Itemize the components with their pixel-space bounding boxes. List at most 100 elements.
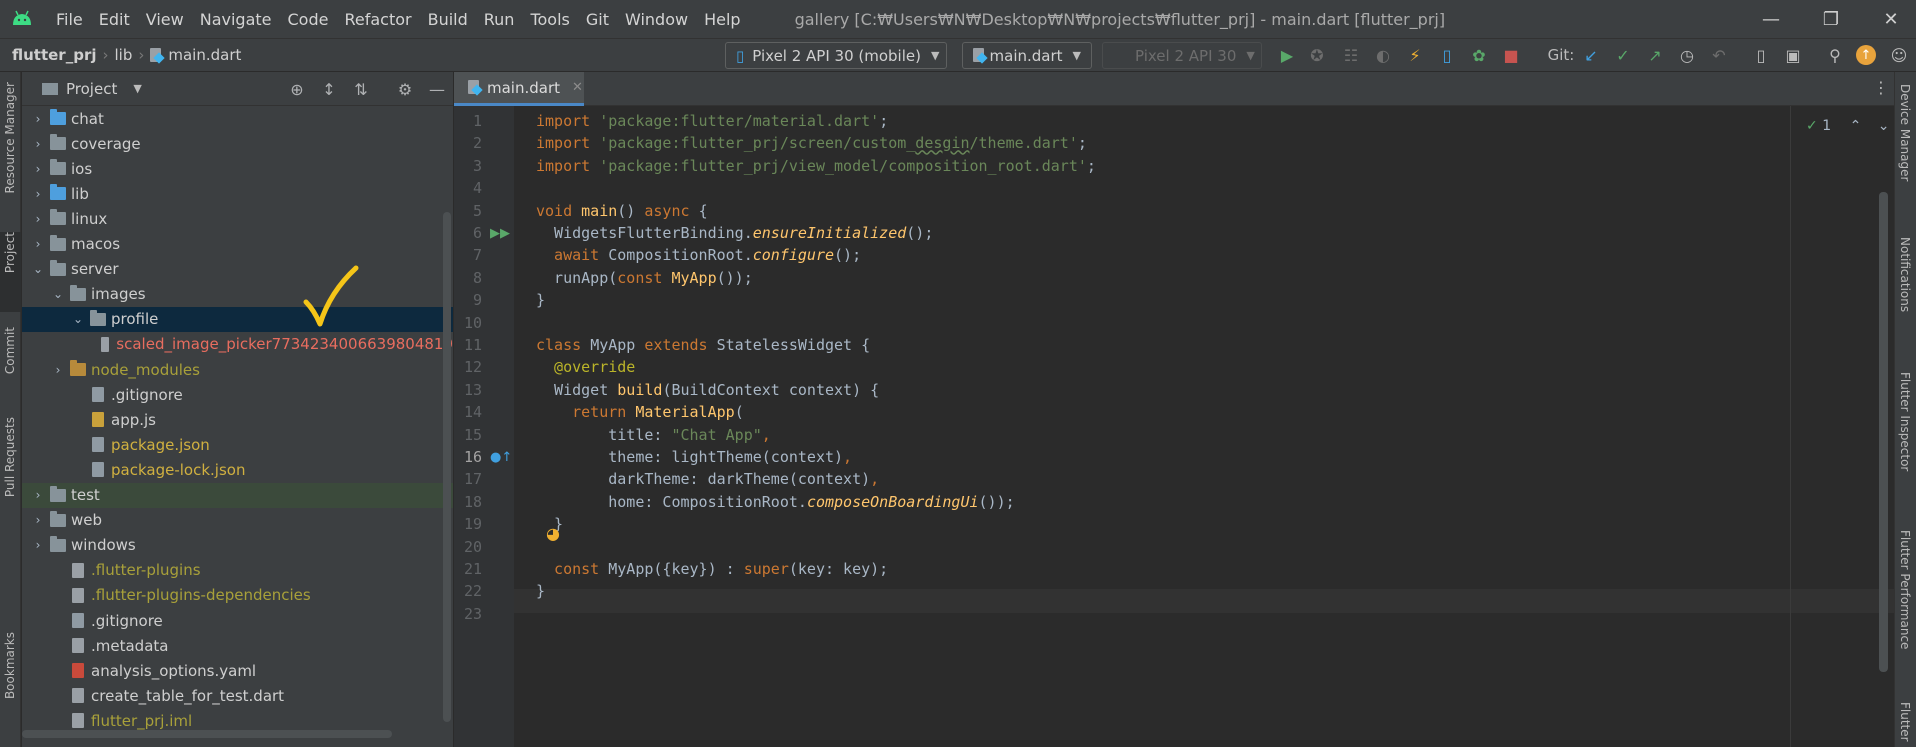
device-selector[interactable]: ▯ Pixel 2 API 30 (mobile) ▼	[725, 42, 947, 69]
menu-run[interactable]: Run	[484, 10, 515, 29]
editor-scrollbar[interactable]	[1879, 192, 1888, 672]
git-push-icon[interactable]: ↗	[1644, 44, 1666, 66]
tab-notifications[interactable]: Notifications	[1898, 237, 1912, 312]
search-icon[interactable]: ⚲	[1824, 44, 1846, 66]
chevron-down-icon[interactable]: ⌄	[50, 287, 66, 301]
restore-icon[interactable]: ❐	[1806, 0, 1856, 38]
project-panel-title[interactable]: Project	[66, 80, 117, 98]
chevron-right-icon[interactable]: ›	[30, 112, 46, 126]
tree-item[interactable]: package-lock.json	[22, 457, 453, 482]
tree-item[interactable]: .flutter-plugins-dependencies	[22, 583, 453, 608]
git-history-icon[interactable]: ◷	[1676, 44, 1698, 66]
sdk-manager-icon[interactable]: ▣	[1782, 44, 1804, 66]
tab-pull-requests[interactable]: Pull Requests	[0, 417, 21, 527]
locate-icon[interactable]: ⊕	[286, 78, 308, 100]
tree-item[interactable]: › macos	[22, 232, 453, 257]
git-update-icon[interactable]: ↙	[1580, 44, 1602, 66]
hot-reload-icon[interactable]: ⚡	[1404, 44, 1426, 66]
tree-item[interactable]: ⌄ server	[22, 257, 453, 282]
vertical-scrollbar[interactable]	[443, 212, 451, 722]
tab-commit[interactable]: Commit	[0, 327, 21, 407]
chevron-right-icon[interactable]: ›	[30, 488, 46, 502]
chevron-right-icon[interactable]: ›	[30, 162, 46, 176]
tab-project[interactable]: Project	[0, 232, 21, 312]
tree-item[interactable]: ⌄ profile	[22, 306, 453, 332]
tab-bookmarks[interactable]: Bookmarks	[0, 632, 21, 732]
tree-item[interactable]: scaled_image_picker7734234006639804819	[22, 332, 453, 357]
tree-item[interactable]: create_table_for_test.dart	[22, 683, 453, 708]
override-marker-icon[interactable]: ●↑	[490, 450, 512, 465]
run-icon[interactable]: ▶	[1276, 44, 1298, 66]
lightbulb-icon[interactable]: ◕	[546, 524, 560, 543]
inspection-widget[interactable]: ✓ 1 ⌃ ⌄	[1806, 118, 1889, 134]
chevron-down-icon[interactable]: ⌄	[70, 312, 86, 326]
tree-item[interactable]: app.js	[22, 407, 453, 432]
hide-panel-icon[interactable]: —	[426, 78, 448, 100]
close-icon[interactable]: ✕	[1866, 0, 1916, 38]
run-main-icon[interactable]: ▶▶	[490, 226, 510, 241]
tree-item[interactable]: .metadata	[22, 633, 453, 658]
tree-item[interactable]: › ios	[22, 156, 453, 181]
menu-tools[interactable]: Tools	[530, 10, 569, 29]
tree-item[interactable]: › web	[22, 508, 453, 533]
menu-navigate[interactable]: Navigate	[200, 10, 272, 29]
breadcrumb-folder[interactable]: lib	[115, 46, 133, 64]
chevron-right-icon[interactable]: ›	[50, 363, 66, 377]
attach-debugger-icon[interactable]: ✿	[1468, 44, 1490, 66]
chevron-up-icon[interactable]: ⌃	[1850, 118, 1862, 134]
chevron-down-icon[interactable]: ▼	[133, 82, 141, 95]
menu-view[interactable]: View	[146, 10, 184, 29]
chevron-right-icon[interactable]: ›	[30, 137, 46, 151]
tree-item[interactable]: › linux	[22, 206, 453, 231]
tab-flutter[interactable]: Flutter	[1898, 702, 1912, 742]
menu-file[interactable]: File	[56, 10, 83, 29]
chevron-right-icon[interactable]: ›	[30, 237, 46, 251]
menu-build[interactable]: Build	[428, 10, 468, 29]
horizontal-scrollbar[interactable]	[22, 730, 392, 738]
stop-icon[interactable]: ■	[1500, 44, 1522, 66]
menu-help[interactable]: Help	[704, 10, 740, 29]
tree-item[interactable]: ⌄ images	[22, 282, 453, 307]
tree-item[interactable]: › windows	[22, 533, 453, 558]
tree-item[interactable]: › lib	[22, 181, 453, 206]
menu-refactor[interactable]: Refactor	[344, 10, 411, 29]
tree-item[interactable]: › node_modules	[22, 357, 453, 382]
chevron-down-icon[interactable]: ⌄	[1878, 118, 1890, 134]
tree-item[interactable]: analysis_options.yaml	[22, 658, 453, 683]
tree-item[interactable]: .gitignore	[22, 608, 453, 633]
more-options-icon[interactable]: ⋮	[1873, 78, 1889, 97]
tree-item[interactable]: › chat	[22, 106, 453, 131]
tree-item[interactable]: .flutter-plugins	[22, 558, 453, 583]
breadcrumb-file[interactable]: main.dart	[168, 46, 241, 64]
run-config-selector[interactable]: main.dart ▼	[962, 42, 1092, 69]
tab-flutter-performance[interactable]: Flutter Performance	[1898, 530, 1912, 649]
tab-flutter-inspector[interactable]: Flutter Inspector	[1898, 372, 1912, 471]
collapse-all-icon[interactable]: ⇅	[350, 78, 372, 100]
tab-device-manager[interactable]: Device Manager	[1898, 84, 1912, 181]
tree-item[interactable]: › test	[22, 482, 453, 508]
device-manager-icon[interactable]: ▯	[1750, 44, 1772, 66]
git-commit-icon[interactable]: ✓	[1612, 44, 1634, 66]
tree-item[interactable]: .gitignore	[22, 382, 453, 407]
tree-item[interactable]: package.json	[22, 432, 453, 457]
chevron-right-icon[interactable]: ›	[30, 187, 46, 201]
menu-git[interactable]: Git	[586, 10, 609, 29]
update-icon[interactable]: ↑	[1856, 45, 1876, 65]
tab-main-dart[interactable]: main.dart ✕	[454, 72, 584, 106]
expand-all-icon[interactable]: ↕	[318, 78, 340, 100]
chevron-right-icon[interactable]: ›	[30, 513, 46, 527]
tab-resource-manager[interactable]: Resource Manager	[0, 82, 21, 222]
chevron-right-icon[interactable]: ›	[30, 212, 46, 226]
menu-window[interactable]: Window	[625, 10, 688, 29]
minimize-icon[interactable]: —	[1746, 0, 1796, 38]
chevron-right-icon[interactable]: ›	[30, 538, 46, 552]
menu-code[interactable]: Code	[288, 10, 329, 29]
close-tab-icon[interactable]: ✕	[572, 80, 583, 95]
breadcrumb-project[interactable]: flutter_prj	[12, 46, 97, 64]
chevron-down-icon[interactable]: ⌄	[30, 262, 46, 276]
hot-restart-icon[interactable]: ▯	[1436, 44, 1458, 66]
code-area[interactable]: import 'package:flutter/material.dart'; …	[536, 106, 1876, 747]
menu-edit[interactable]: Edit	[99, 10, 130, 29]
gear-icon[interactable]: ⚙	[394, 78, 416, 100]
avatar-icon[interactable]: ☺	[1888, 44, 1910, 66]
